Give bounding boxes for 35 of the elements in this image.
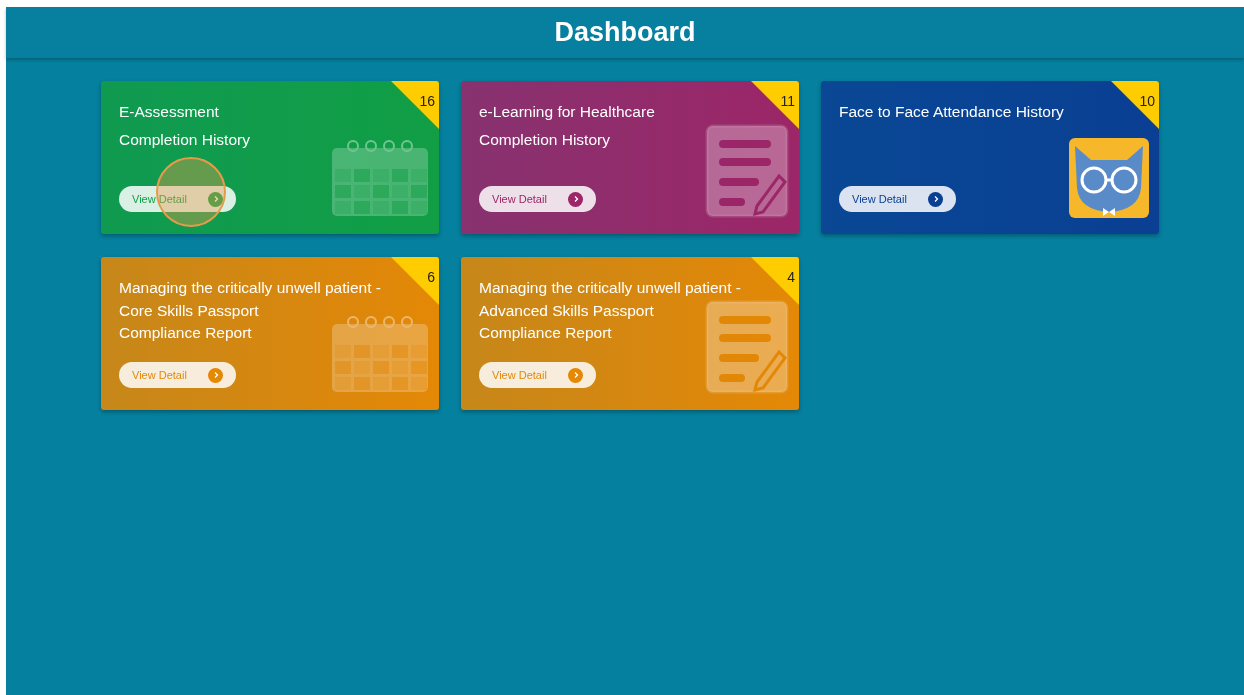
page-title: Dashboard — [554, 16, 696, 50]
card-title: Compliance Report — [119, 323, 253, 343]
chevron-icon — [928, 191, 943, 207]
card-title: E-Assessment — [119, 102, 220, 122]
card-title: Managing the critically unwell patient - — [119, 278, 382, 298]
chevron-icon — [568, 191, 583, 207]
report-card[interactable]: 10 Face to Face Attendance History View Detail — [821, 81, 1159, 234]
card-title: e-Learning for Healthcare — [479, 102, 656, 122]
calendar-icon — [331, 316, 429, 394]
view-detail-button[interactable]: View Detail — [479, 186, 596, 212]
document-icon — [705, 300, 789, 394]
count-label: 10 — [1139, 92, 1155, 111]
card-title: Completion History — [119, 129, 251, 150]
card-title: Managing the critically unwell patient - — [479, 278, 742, 298]
document-icon — [705, 124, 789, 218]
count-label: 6 — [427, 268, 435, 287]
view-detail-button[interactable]: View Detail — [839, 186, 956, 212]
chevron-icon — [568, 367, 583, 383]
report-card[interactable]: 11 e-Learning for Healthcare Completion History View Detail — [461, 81, 799, 234]
card-title: Compliance Report — [479, 323, 613, 343]
card-title: Face to Face Attendance History — [839, 102, 1065, 122]
corner-ribbon — [751, 257, 799, 305]
report-card[interactable]: 6 Managing the critically unwell patient - Core Skills Passport Compliance Report View Detail — [101, 257, 439, 410]
card-title: Core Skills Passport — [119, 300, 260, 321]
chevron-icon — [208, 191, 223, 207]
calendar-icon — [331, 140, 429, 218]
chevron-icon — [208, 367, 223, 383]
cat-icon — [1069, 138, 1149, 218]
card-title: Advanced Skills Passport — [479, 300, 655, 321]
report-card[interactable]: 16 E-Assessment Completion History View Detail — [101, 81, 439, 234]
count-label: 16 — [419, 92, 435, 111]
count-label: 4 — [787, 268, 795, 287]
count-label: 11 — [780, 92, 795, 111]
card-title: Completion History — [479, 129, 611, 150]
report-card[interactable]: 4 Managing the critically unwell patient - Advanced Skills Passport Compliance Report View Detail — [461, 257, 799, 410]
